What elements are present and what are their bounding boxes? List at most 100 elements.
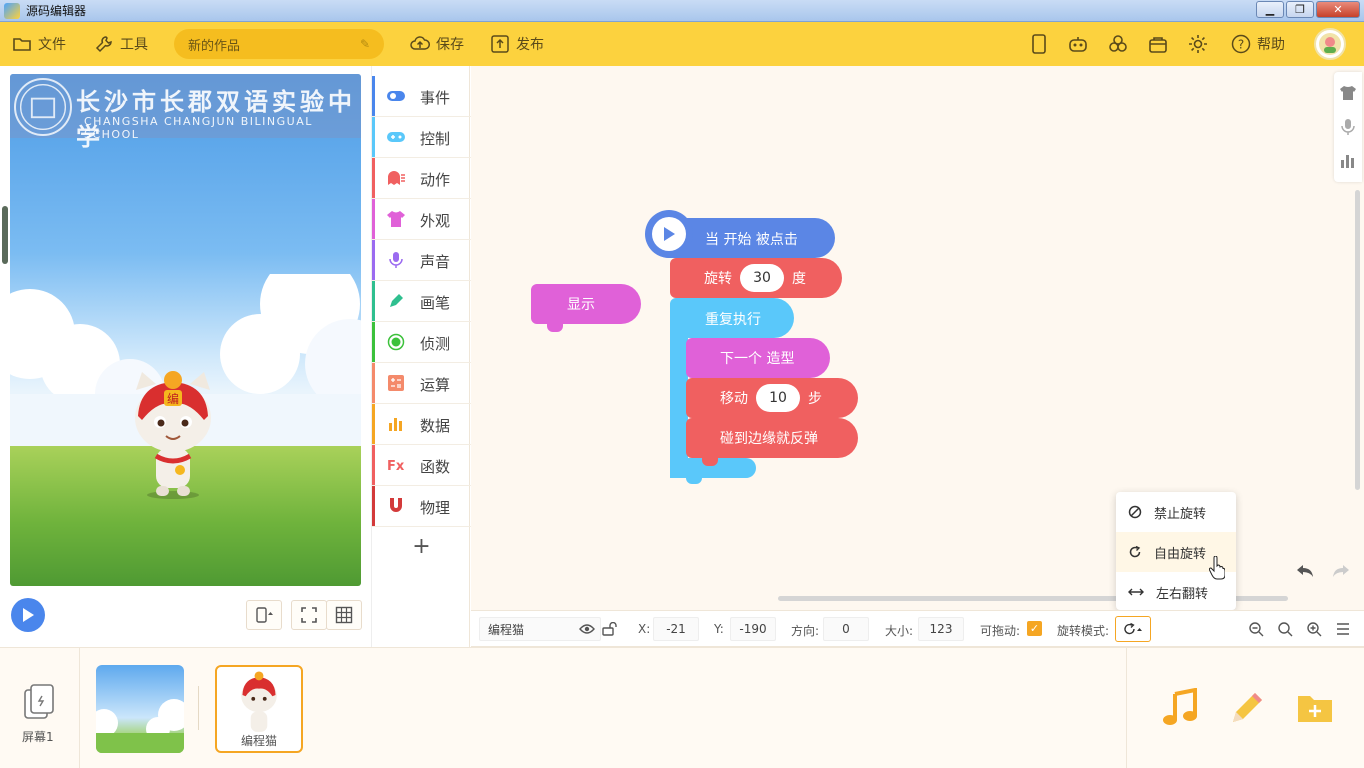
- help-button[interactable]: ? 帮助: [1231, 34, 1285, 54]
- svg-text:Fx: Fx: [387, 459, 405, 473]
- rotation-mode-menu: 禁止旋转 自由旋转 左右翻转: [1116, 492, 1236, 610]
- sound-tool-button[interactable]: [1339, 118, 1357, 136]
- search-icon: [1278, 622, 1293, 637]
- visibility-toggle[interactable]: [578, 620, 596, 638]
- extensions-button[interactable]: [1106, 32, 1130, 56]
- save-button[interactable]: 保存: [410, 34, 464, 54]
- next-costume-block[interactable]: 下一个 造型: [686, 338, 830, 378]
- fullscreen-button[interactable]: [291, 600, 327, 630]
- music-library-button[interactable]: [1161, 688, 1201, 728]
- vertical-scrollbar[interactable]: [1355, 190, 1360, 490]
- rotate-block[interactable]: 旋转 30 度: [670, 258, 842, 298]
- rotate-degrees-input[interactable]: 30: [740, 264, 784, 292]
- coding-cat-sprite[interactable]: 编: [128, 370, 218, 500]
- publish-icon: [490, 34, 510, 54]
- close-button[interactable]: ✕: [1316, 1, 1360, 18]
- redo-button[interactable]: [1326, 556, 1356, 586]
- pencil-icon: ✎: [359, 37, 370, 51]
- category-physics[interactable]: 物理: [372, 486, 471, 527]
- file-menu-button[interactable]: 文件: [12, 34, 66, 54]
- sprite-thumbnail-label: 编程猫: [240, 734, 277, 748]
- publish-label: 发布: [516, 37, 544, 53]
- move-block[interactable]: 移动 10 步: [686, 378, 858, 418]
- eye-icon: [579, 624, 595, 634]
- bar-chart-icon: [1341, 155, 1354, 168]
- show-block-label: 显示: [567, 297, 595, 313]
- grid-toggle-button[interactable]: [326, 600, 362, 630]
- size-input[interactable]: 123: [918, 617, 964, 641]
- minimize-button[interactable]: ▁: [1256, 1, 1284, 18]
- store-button[interactable]: [1146, 32, 1170, 56]
- svg-text:?: ?: [1238, 38, 1244, 52]
- more-menu-button[interactable]: [1334, 620, 1352, 638]
- move-block-label: 移动: [720, 391, 748, 407]
- category-operators[interactable]: 运算: [372, 363, 471, 404]
- draggable-label: 可拖动:: [980, 624, 1021, 638]
- device-preview-button[interactable]: [1027, 32, 1051, 56]
- costume-tool-button[interactable]: [1339, 84, 1357, 102]
- settings-button[interactable]: [1186, 32, 1210, 56]
- lock-toggle[interactable]: [601, 620, 619, 638]
- toggle-icon: [386, 87, 406, 105]
- category-sound[interactable]: 声音: [372, 240, 471, 281]
- undo-button[interactable]: [1290, 556, 1320, 586]
- robot-button[interactable]: [1066, 32, 1090, 56]
- cloud-upload-icon: [410, 34, 430, 54]
- publish-button[interactable]: 发布: [490, 34, 544, 54]
- play-icon: [23, 608, 34, 622]
- x-position-input[interactable]: -21: [653, 617, 699, 641]
- category-bar: [372, 281, 375, 321]
- draggable-checkbox[interactable]: ✓: [1027, 621, 1042, 636]
- fullscreen-icon: [301, 607, 317, 623]
- target-icon: [386, 333, 406, 351]
- sprite-name-value: 编程猫: [488, 622, 525, 637]
- category-looks[interactable]: 外观: [372, 199, 471, 240]
- bounce-on-edge-block[interactable]: 碰到边缘就反弹: [686, 418, 858, 466]
- category-sensing[interactable]: 侦测: [372, 322, 471, 363]
- add-folder-button[interactable]: [1295, 688, 1335, 728]
- zoom-out-button[interactable]: [1247, 620, 1265, 638]
- category-label: 物理: [420, 499, 451, 517]
- window-titlebar: 源码编辑器 ▁ ❐ ✕: [0, 0, 1364, 22]
- user-avatar[interactable]: [1314, 28, 1346, 60]
- no-rotate-option[interactable]: 禁止旋转: [1116, 492, 1236, 532]
- zoom-reset-button[interactable]: [1276, 620, 1294, 638]
- category-pen[interactable]: 画笔: [372, 281, 471, 322]
- block-notch: [686, 476, 702, 484]
- rotation-mode-select[interactable]: [1115, 616, 1151, 642]
- run-button[interactable]: [11, 598, 45, 632]
- paint-editor-button[interactable]: [1227, 688, 1267, 728]
- school-logo: [14, 78, 72, 136]
- sprite-thumbnail-coding-cat[interactable]: 编程猫: [215, 665, 303, 753]
- size-value: 123: [929, 622, 953, 636]
- background-thumbnail[interactable]: [96, 665, 184, 753]
- unlock-icon: [602, 622, 617, 636]
- zoom-in-button[interactable]: [1305, 620, 1323, 638]
- tools-menu-button[interactable]: 工具: [94, 34, 148, 54]
- maximize-button[interactable]: ❐: [1286, 1, 1314, 18]
- sprite-panel: 屏幕1 编程猫: [0, 647, 1364, 768]
- category-motion[interactable]: 动作: [372, 158, 471, 199]
- category-label: 函数: [420, 458, 451, 476]
- category-data[interactable]: 数据: [372, 404, 471, 445]
- category-bar: [372, 76, 375, 116]
- direction-input[interactable]: 0: [823, 617, 869, 641]
- data-tool-button[interactable]: [1339, 152, 1357, 170]
- show-block[interactable]: 显示: [531, 284, 641, 332]
- project-name-input[interactable]: 新的作品 ✎: [174, 29, 384, 59]
- category-functions[interactable]: Fx 函数: [372, 445, 471, 486]
- add-category-button[interactable]: +: [372, 534, 471, 559]
- screen-icon[interactable]: [22, 684, 56, 720]
- move-steps-input[interactable]: 10: [756, 384, 800, 412]
- start-flag-badge: [645, 210, 693, 258]
- ghost-icon: [386, 169, 406, 187]
- device-select-button[interactable]: [246, 600, 282, 630]
- category-control[interactable]: 控制: [372, 117, 471, 158]
- category-events[interactable]: 事件: [372, 76, 471, 117]
- left-scroll-handle[interactable]: [2, 206, 8, 264]
- y-position-input[interactable]: -190: [730, 617, 776, 641]
- stage-canvas[interactable]: 编 长沙市长郡双语实验中学 CHANGSHA CHANGJUN BILINGUA…: [10, 74, 361, 586]
- screen-list: 屏幕1: [0, 648, 80, 768]
- category-label: 声音: [420, 253, 451, 271]
- phone-dropdown-icon: [256, 607, 273, 623]
